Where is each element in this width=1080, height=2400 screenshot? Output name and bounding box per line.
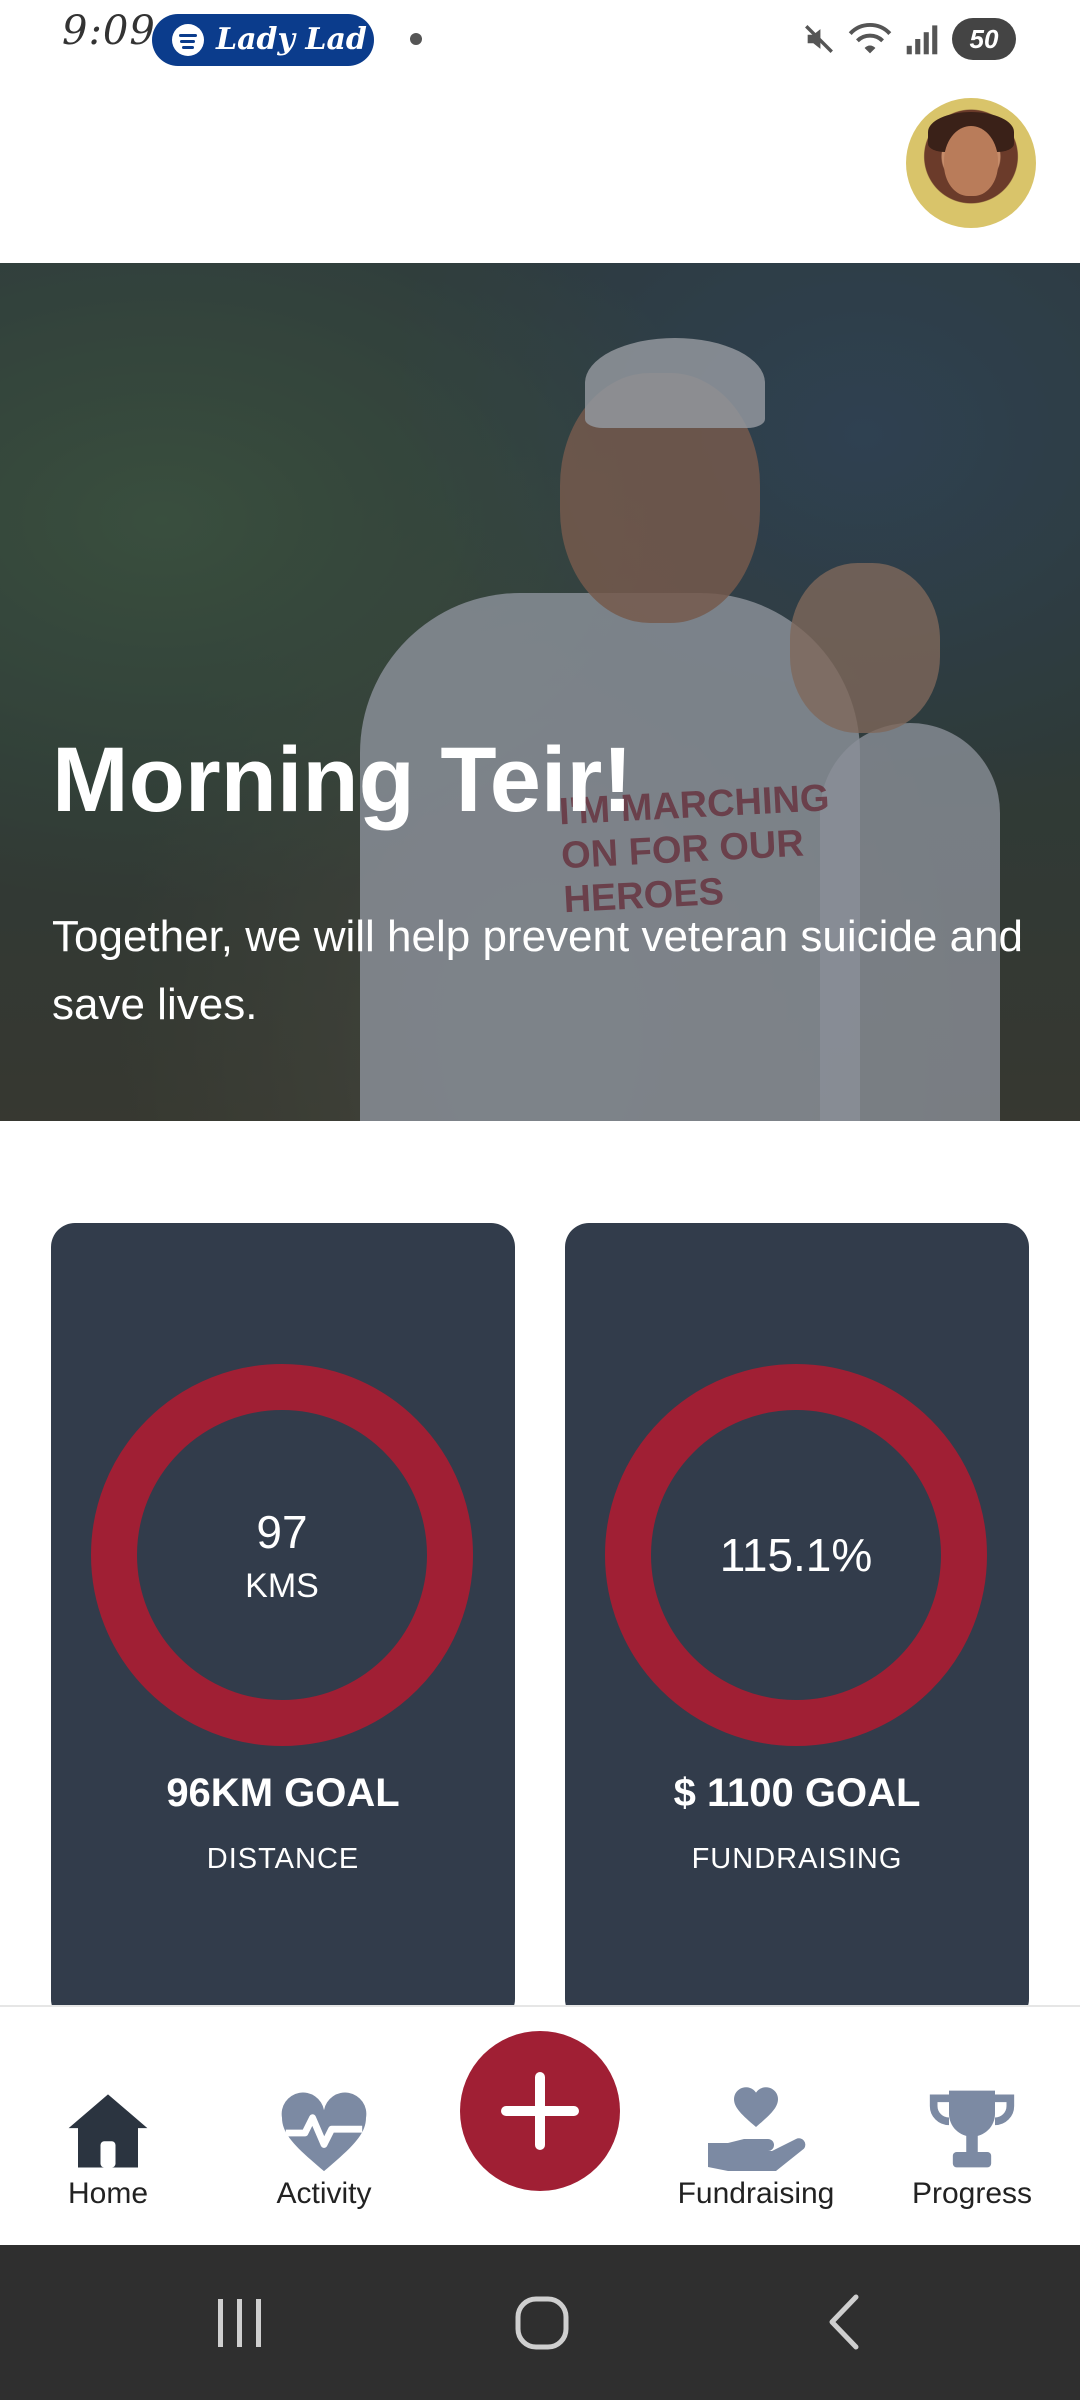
heartbeat-icon <box>281 2092 367 2172</box>
fundraising-label: FUNDRAISING <box>691 1843 903 1875</box>
distance-label: DISTANCE <box>206 1843 360 1875</box>
profile-avatar[interactable] <box>906 98 1036 228</box>
fundraising-card[interactable]: 115.1% $ 1100 GOAL FUNDRAISING <box>565 1223 1029 2023</box>
media-playing-chip[interactable]: Lady Lad <box>152 14 374 66</box>
distance-card[interactable]: 97 KMS 96KM GOAL DISTANCE <box>51 1223 515 2023</box>
nav-home[interactable]: Home <box>8 2065 208 2211</box>
plus-icon <box>501 2072 579 2150</box>
nav-activity-label: Activity <box>276 2177 372 2210</box>
mute-icon <box>805 25 833 53</box>
nav-progress-label: Progress <box>911 2177 1033 2210</box>
system-navigation-bar <box>0 2245 1080 2400</box>
mission-subtitle: Together, we will help prevent veteran s… <box>52 912 1024 1029</box>
trophy-icon <box>929 2090 1015 2168</box>
signal-icon <box>906 25 938 55</box>
distance-goal: 96KM GOAL <box>166 1771 400 1815</box>
nav-fundraising-label: Fundraising <box>677 2177 835 2210</box>
nav-fundraising[interactable]: Fundraising <box>656 2065 856 2211</box>
bottom-navigation: Home Activity Fundraising Progress <box>0 2005 1080 2245</box>
battery-level: 50 <box>969 23 999 54</box>
recents-icon[interactable] <box>210 2295 270 2351</box>
wifi-icon <box>848 23 892 54</box>
app-screen: 9:09 Lady Lad 50 I'M MARCHING ON FOR OUR… <box>0 0 1080 2400</box>
notification-dot <box>410 33 422 45</box>
fundraising-percent: 115.1% <box>719 1529 873 1581</box>
distance-value: 97 <box>256 1505 308 1558</box>
hand-heart-icon <box>708 2087 806 2171</box>
nav-activity[interactable]: Activity <box>224 2065 424 2211</box>
home-icon <box>68 2094 148 2168</box>
hero-banner: I'M MARCHING ON FOR OUR HEROES Morning T… <box>0 263 1080 1121</box>
distance-unit: KMS <box>245 1566 319 1605</box>
media-label: Lady Lad <box>216 22 367 57</box>
status-icons: 50 <box>802 14 1016 64</box>
back-icon[interactable] <box>820 2291 870 2353</box>
status-bar: 9:09 Lady Lad 50 <box>0 0 1080 78</box>
battery-icon: 50 <box>952 18 1016 60</box>
nav-home-label: Home <box>67 2177 149 2210</box>
greeting-title: Morning Teir! <box>52 729 633 831</box>
nav-progress[interactable]: Progress <box>872 2065 1072 2211</box>
home-circle-icon[interactable] <box>512 2293 572 2353</box>
add-activity-button[interactable] <box>460 2031 620 2191</box>
fundraising-goal: $ 1100 GOAL <box>673 1771 921 1815</box>
status-time: 9:09 <box>62 8 156 54</box>
spotify-icon <box>172 24 204 56</box>
